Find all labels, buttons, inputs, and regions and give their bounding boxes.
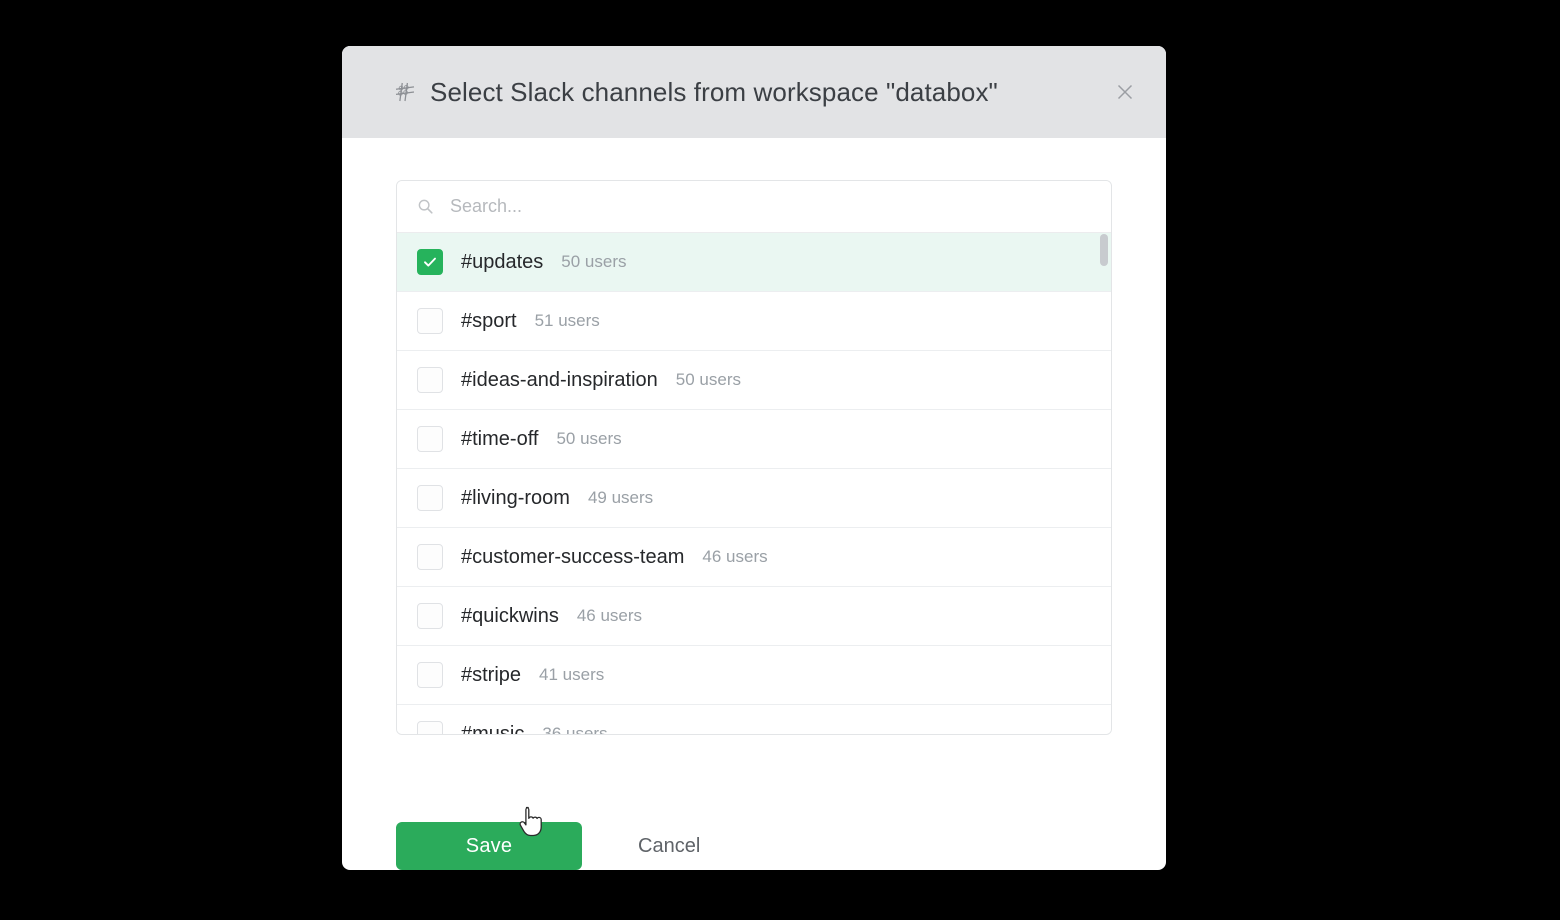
channel-picker: #updates 50 users #sport 51 users #ideas-and… — [396, 180, 1112, 735]
channel-checkbox[interactable] — [417, 721, 443, 734]
channel-checkbox[interactable] — [417, 249, 443, 275]
channel-checkbox[interactable] — [417, 662, 443, 688]
channel-name: #updates — [461, 250, 544, 273]
modal-body: #updates 50 users #sport 51 users #ideas-and… — [342, 138, 1166, 780]
list-scrollbar-thumb[interactable] — [1100, 234, 1108, 266]
channel-user-count: 50 users — [561, 252, 627, 271]
channel-user-count: 50 users — [675, 370, 741, 389]
channel-row[interactable]: #sport 51 users — [397, 292, 1111, 351]
channel-checkbox[interactable] — [417, 544, 443, 570]
search-icon — [418, 199, 433, 214]
channel-row[interactable]: #quickwins 46 users — [397, 587, 1111, 646]
channel-name: #music — [461, 722, 525, 735]
slack-channel-picker-modal: Select Slack channels from workspace "da… — [342, 46, 1166, 870]
channel-row[interactable]: #time-off 50 users — [397, 410, 1111, 469]
channel-name: #stripe — [461, 663, 522, 686]
modal-header: Select Slack channels from workspace "da… — [342, 46, 1166, 138]
slack-hash-icon — [395, 82, 415, 102]
search-row — [397, 181, 1111, 233]
channel-row[interactable]: #living-room 49 users — [397, 469, 1111, 528]
channel-checkbox[interactable] — [417, 308, 443, 334]
channel-user-count: 51 users — [534, 311, 600, 330]
close-button[interactable] — [1110, 77, 1140, 107]
channel-row[interactable]: #updates 50 users — [397, 233, 1111, 292]
channel-name: #quickwins — [461, 604, 559, 627]
check-icon — [424, 257, 436, 267]
channel-user-count: 41 users — [539, 665, 605, 684]
channel-checkbox[interactable] — [417, 367, 443, 393]
channel-name: #living-room — [461, 486, 570, 509]
channel-name: #time-off — [461, 427, 539, 450]
channel-user-count: 46 users — [576, 606, 643, 625]
search-input[interactable] — [448, 195, 1091, 218]
channel-name: #ideas-and-inspiration — [461, 368, 658, 391]
channel-name: #sport — [461, 309, 517, 332]
modal-footer: Save Cancel — [342, 780, 1166, 870]
channel-user-count: 36 users — [542, 724, 608, 734]
channel-user-count: 46 users — [702, 547, 768, 566]
channel-row[interactable]: #music 36 users — [397, 705, 1111, 734]
channel-checkbox[interactable] — [417, 485, 443, 511]
close-icon — [1117, 84, 1133, 100]
save-button[interactable]: Save — [396, 822, 582, 870]
channel-checkbox[interactable] — [417, 426, 443, 452]
cancel-button[interactable]: Cancel — [638, 835, 700, 858]
channel-row[interactable]: #ideas-and-inspiration 50 users — [397, 351, 1111, 410]
channel-user-count: 50 users — [556, 429, 622, 448]
channel-checkbox[interactable] — [417, 603, 443, 629]
channel-row[interactable]: #customer-success-team 46 users — [397, 528, 1111, 587]
channel-name: #customer-success-team — [461, 545, 685, 568]
list-scrollbar-track[interactable] — [1100, 234, 1108, 731]
channel-row[interactable]: #stripe 41 users — [397, 646, 1111, 705]
page-title: Select Slack channels from workspace "da… — [430, 76, 998, 107]
channel-list[interactable]: #updates 50 users #sport 51 users #ideas-and… — [397, 233, 1111, 734]
channel-user-count: 49 users — [587, 488, 654, 507]
